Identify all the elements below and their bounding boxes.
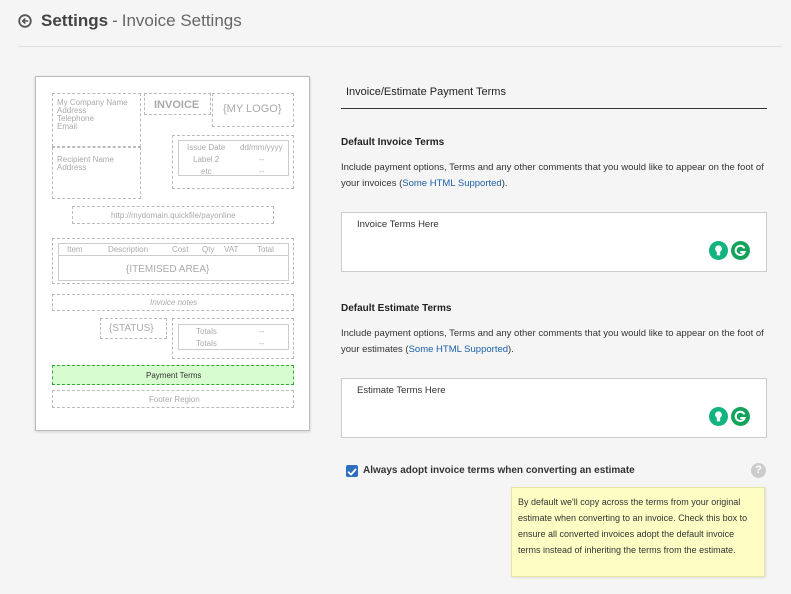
notes-region[interactable]: Invoice notes [52, 294, 294, 311]
totals-value: -- [259, 339, 265, 348]
checkmark-icon [347, 468, 357, 476]
items-table: Item Description Cost Qty VAT Total {ITE… [58, 243, 289, 281]
date-value: -- [259, 155, 265, 164]
date-label: Issue Date [187, 143, 226, 152]
company-region[interactable]: My Company Name Address Telephone Email [52, 93, 141, 147]
back-arrow-icon[interactable] [18, 14, 32, 28]
dates-table: Issue Date dd/mm/yyyy Label 2 -- etc -- [178, 140, 289, 176]
adopt-invoice-terms-label[interactable]: Always adopt invoice terms when converti… [363, 465, 635, 476]
item-header: Item [67, 245, 83, 254]
date-label: etc [201, 167, 212, 176]
lightbulb-icon[interactable] [709, 241, 728, 260]
estimate-html-supported-link[interactable]: Some HTML Supported [409, 344, 508, 355]
payment-terms-text: Payment Terms [146, 371, 202, 380]
item-header: Total [257, 245, 274, 254]
date-value: dd/mm/yyyy [240, 143, 283, 152]
help-tooltip: By default we'll copy across the terms f… [511, 487, 765, 577]
invoice-terms-help-end: ). [501, 178, 508, 189]
dates-region[interactable]: Issue Date dd/mm/yyyy Label 2 -- etc -- [172, 135, 294, 189]
date-label: Label 2 [193, 155, 220, 164]
adopt-invoice-terms-checkbox[interactable] [346, 465, 358, 477]
itemised-region[interactable]: Item Description Cost Qty VAT Total {ITE… [52, 238, 294, 284]
totals-label: Totals [196, 339, 217, 348]
header-divider [18, 46, 782, 47]
section-title: Invoice/Estimate Payment Terms [346, 86, 506, 98]
invoice-layout-preview: My Company Name Address Telephone Email … [35, 76, 310, 431]
status-text: {STATUS} [109, 323, 154, 334]
help-question-icon[interactable]: ? [751, 463, 766, 478]
payment-terms-region[interactable]: Payment Terms [52, 365, 294, 385]
section-divider [341, 108, 767, 109]
logo-placeholder-text: {MY LOGO} [223, 103, 282, 115]
grammarly-icon[interactable] [731, 407, 750, 426]
estimate-terms-input[interactable]: Estimate Terms Here [341, 378, 767, 438]
estimate-terms-help: Include payment options, Terms and any o… [341, 326, 767, 358]
footer-text: Footer Region [149, 395, 200, 404]
estimate-terms-placeholder: Estimate Terms Here [357, 385, 446, 396]
payment-url-text: http://mydomain.quickfile/payonline [111, 211, 236, 220]
lightbulb-icon[interactable] [709, 407, 728, 426]
invoice-title-region[interactable]: INVOICE [144, 93, 211, 115]
items-header-divider [59, 255, 288, 256]
estimate-terms-heading: Default Estimate Terms [341, 303, 452, 314]
item-header: VAT [224, 245, 239, 254]
totals-value: -- [259, 327, 265, 336]
grammarly-icon[interactable] [731, 241, 750, 260]
notes-text: Invoice notes [150, 298, 198, 307]
date-value: -- [259, 167, 265, 176]
invoice-terms-heading: Default Invoice Terms [341, 137, 445, 148]
invoice-terms-input[interactable]: Invoice Terms Here [341, 212, 767, 272]
page-header: Settings - Invoice Settings [18, 9, 242, 33]
estimate-terms-help-end: ). [508, 344, 514, 355]
recipient-address-text: Address [57, 163, 87, 172]
estimate-terms-help-text: Include payment options, Terms and any o… [341, 328, 764, 355]
invoice-title-text: INVOICE [154, 99, 200, 111]
status-region[interactable]: {STATUS} [100, 318, 167, 339]
totals-label: Totals [196, 327, 217, 336]
itemised-area-text: {ITEMISED AREA} [126, 264, 210, 275]
invoice-terms-placeholder: Invoice Terms Here [357, 219, 439, 230]
item-header: Cost [172, 245, 189, 254]
logo-region[interactable]: {MY LOGO} [212, 93, 294, 127]
invoice-terms-help: Include payment options, Terms and any o… [341, 160, 767, 192]
title-separator: - [112, 11, 118, 30]
totals-table: Totals -- Totals -- [178, 324, 289, 350]
totals-region[interactable]: Totals -- Totals -- [172, 318, 294, 359]
company-email-text: Email [57, 122, 78, 131]
page-title: Settings [41, 11, 109, 30]
footer-region[interactable]: Footer Region [52, 390, 294, 408]
page-subtitle: Invoice Settings [121, 11, 242, 30]
recipient-region[interactable]: Recipient Name Address [52, 147, 141, 199]
item-header: Qty [202, 245, 215, 254]
invoice-html-supported-link[interactable]: Some HTML Supported [402, 178, 501, 189]
item-header: Description [108, 245, 149, 254]
payment-url-region[interactable]: http://mydomain.quickfile/payonline [72, 206, 274, 224]
